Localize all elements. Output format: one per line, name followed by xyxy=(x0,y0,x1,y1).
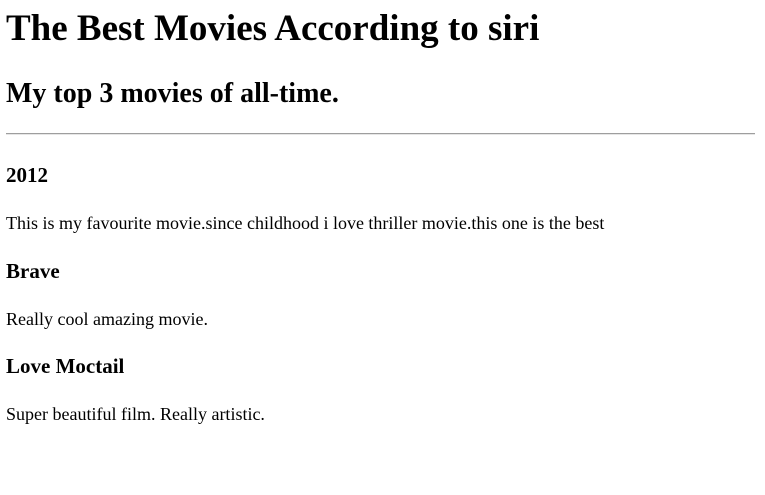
movie-description: Super beautiful film. Really artistic. xyxy=(6,404,265,424)
page-title: The Best Movies According to siri xyxy=(6,8,540,49)
movie-title: 2012 xyxy=(6,163,48,187)
movie-list: 2012 This is my favourite movie.since ch… xyxy=(6,162,755,425)
movie-title: Love Moctail xyxy=(6,354,125,378)
movie-description: This is my favourite movie.since childho… xyxy=(6,213,605,233)
movie-title: Brave xyxy=(6,259,60,283)
page-content: The Best Movies According to siri My top… xyxy=(6,0,755,425)
movie-description: Really cool amazing movie. xyxy=(6,309,208,329)
page-subtitle: My top 3 movies of all-time. xyxy=(6,78,339,109)
divider xyxy=(6,133,755,135)
